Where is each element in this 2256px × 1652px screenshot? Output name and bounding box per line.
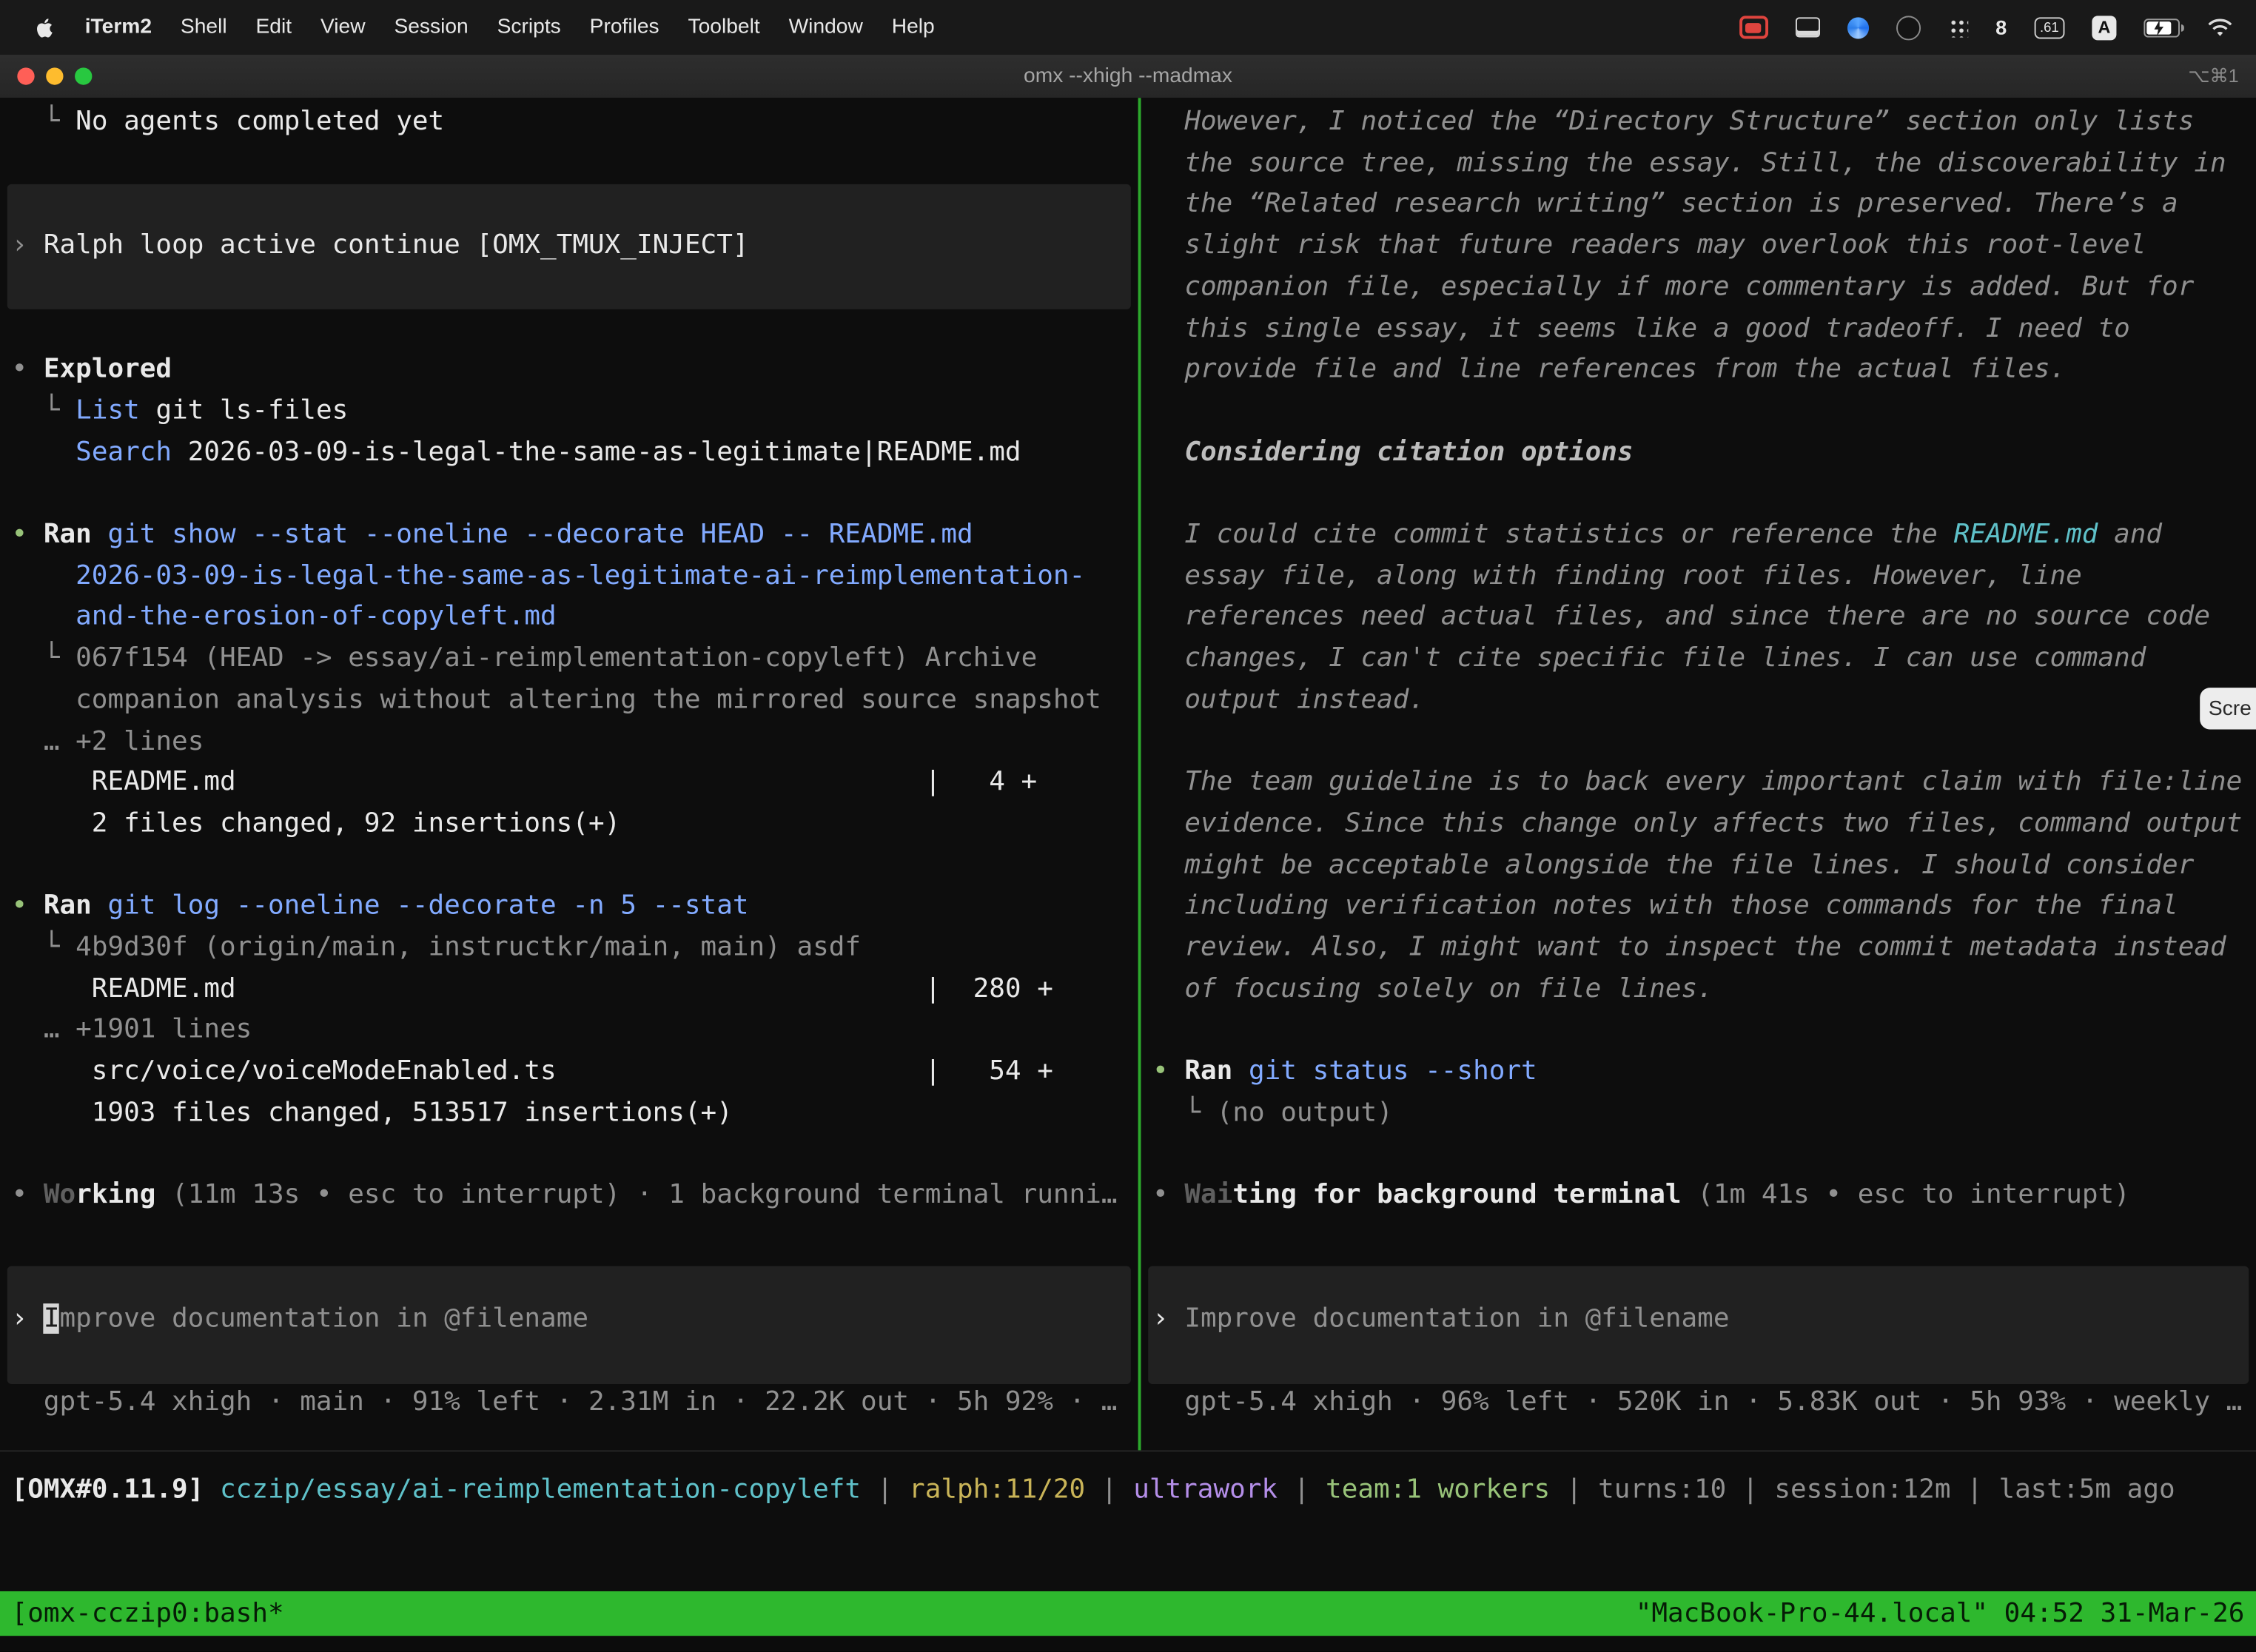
terminal-line: companion file, especially if more comme…	[1152, 272, 2194, 302]
terminal-line: of focusing solely on file lines.	[1152, 974, 1713, 1004]
terminal-line: slight risk that future readers may over…	[1152, 230, 2146, 261]
status-separator	[0, 1450, 2256, 1451]
menu-item-shell[interactable]: Shell	[166, 16, 241, 38]
terminal-line: provide file and line references from th…	[1152, 355, 2066, 385]
window-shortcut: ⌥⌘1	[2188, 55, 2238, 98]
menu-bar-status-icons: 8 .61 A	[1739, 15, 2256, 39]
app-grid-icon[interactable]	[1948, 17, 1968, 37]
terminal-line: review. Also, I might want to inspect th…	[1152, 933, 2226, 963]
terminal-line: • Ran git show --stat --oneline --decora…	[12, 520, 973, 550]
terminal-line: 2 files changed, 92 insertions(+)	[12, 808, 621, 839]
terminal-line: README.md | 4 +	[12, 768, 1038, 798]
tmux-session-window: [omx-cczip0:bash*	[12, 1599, 284, 1629]
terminal-line: • Waiting for background terminal (1m 41…	[1152, 1181, 2130, 1211]
menu-item-profiles[interactable]: Profiles	[575, 16, 674, 38]
screen: iTerm2ShellEditViewSessionScriptsProfile…	[0, 0, 2256, 1652]
terminal-line: essay file, along with finding root file…	[1152, 561, 2082, 591]
terminal-line: • Explored	[12, 355, 172, 385]
terminal-line: the “Related research writing” section i…	[1152, 189, 2178, 219]
terminal-line: README.md | 280 +	[12, 974, 1053, 1004]
terminal-line: 2026-03-09-is-legal-the-same-as-legitima…	[12, 561, 1086, 591]
menu-item-help[interactable]: Help	[877, 16, 949, 38]
window-title: omx --xhigh --madmax	[0, 55, 2256, 98]
terminal-line: [OMX#0.11.9] cczip/essay/ai-reimplementa…	[12, 1474, 2175, 1505]
terminal-line: src/voice/voiceModeEnabled.ts | 54 +	[12, 1056, 1053, 1087]
screen-overlay-button[interactable]: Scre	[2200, 688, 2256, 729]
apple-menu-icon[interactable]	[26, 16, 62, 38]
terminal-line: However, I noticed the “Directory Struct…	[1152, 107, 2194, 137]
terminal-line: • Working (11m 13s • esc to interrupt) ·…	[12, 1181, 1118, 1211]
terminal-line: references need actual files, and since …	[1152, 602, 2210, 632]
terminal-line: › Improve documentation in @filename	[1152, 1304, 1729, 1334]
terminal-line: └ No agents completed yet	[12, 107, 445, 137]
terminal-line: including verification notes with those …	[1152, 891, 2178, 921]
terminal-line: Search 2026-03-09-is-legal-the-same-as-l…	[12, 437, 1021, 467]
wifi-icon[interactable]	[2207, 18, 2233, 36]
menu-items: iTerm2ShellEditViewSessionScriptsProfile…	[70, 16, 949, 38]
terminal-line: companion analysis without altering the …	[12, 685, 1101, 715]
terminal-line: 1903 files changed, 513517 insertions(+)	[12, 1098, 733, 1128]
terminal-line: gpt-5.4 xhigh · 96% left · 520K in · 5.8…	[1152, 1387, 2242, 1417]
terminal-line: evidence. Since this change only affects…	[1152, 808, 2242, 839]
terminal-line: › Ralph loop active continue [OMX_TMUX_I…	[12, 230, 749, 261]
terminal-pane-right[interactable]: However, I noticed the “Directory Struct…	[1141, 98, 2256, 1450]
terminal-line: … +1901 lines	[12, 1015, 252, 1045]
screen-recording-icon[interactable]	[1739, 16, 1768, 38]
pinwheel-icon[interactable]	[1847, 16, 1869, 38]
terminal-line: • Ran git log --oneline --decorate -n 5 …	[12, 891, 749, 921]
input-source-icon[interactable]: A	[2092, 15, 2116, 39]
terminal-line: I could cite commit statistics or refere…	[1152, 520, 2162, 550]
menu-bar-left: iTerm2ShellEditViewSessionScriptsProfile…	[0, 16, 949, 38]
menu-item-window[interactable]: Window	[774, 16, 877, 38]
terminal-line: The team guideline is to back every impo…	[1152, 768, 2242, 798]
terminal-line: └ 4b9d30f (origin/main, instructkr/main,…	[12, 933, 862, 963]
terminal-line: the source tree, missing the essay. Stil…	[1152, 148, 2226, 178]
terminal-buffer-right: However, I noticed the “Directory Struct…	[1141, 98, 2256, 1450]
menu-bar: iTerm2ShellEditViewSessionScriptsProfile…	[0, 0, 2256, 55]
omx-status-line: [OMX#0.11.9] cczip/essay/ai-reimplementa…	[0, 1471, 2175, 1512]
terminal-line: changes, I can't cite specific file line…	[1152, 643, 2146, 674]
terminal-line: … +2 lines	[12, 726, 204, 756]
menu-item-scripts[interactable]: Scripts	[483, 16, 575, 38]
keyboard-icon[interactable]	[1796, 17, 1820, 37]
terminal-line: • Ran git status --short	[1152, 1056, 1537, 1087]
terminal-line: output instead.	[1152, 685, 1425, 715]
menu-item-session[interactable]: Session	[380, 16, 483, 38]
terminal: └ No agents completed yet › Ralph loop a…	[0, 98, 2256, 1591]
terminal-line: and-the-erosion-of-copyleft.md	[12, 602, 557, 632]
eight-icon[interactable]: 8	[1995, 16, 2007, 38]
terminal-line: └ (no output)	[1152, 1098, 1393, 1128]
knob-icon[interactable]	[1896, 15, 1921, 39]
menu-item-view[interactable]: View	[306, 16, 380, 38]
terminal-pane-left[interactable]: └ No agents completed yet › Ralph loop a…	[0, 98, 1138, 1450]
terminal-line: gpt-5.4 xhigh · main · 91% left · 2.31M …	[12, 1387, 1118, 1417]
window-title-bar: omx --xhigh --madmax ⌥⌘1	[0, 55, 2256, 99]
terminal-line: might be acceptable alongside the file l…	[1152, 850, 2194, 880]
terminal-line: Considering citation options	[1152, 437, 1634, 467]
menu-item-toolbelt[interactable]: Toolbelt	[674, 16, 774, 38]
menu-item-edit[interactable]: Edit	[241, 16, 306, 38]
terminal-line: › Improve documentation in @filename	[12, 1304, 588, 1334]
battery-icon[interactable]	[2143, 18, 2180, 36]
tmux-status-bar: [omx-cczip0:bash* "MacBook-Pro-44.local"…	[0, 1591, 2256, 1636]
terminal-buffer-left: └ No agents completed yet › Ralph loop a…	[0, 98, 1138, 1450]
terminal-line: └ List git ls-files	[12, 395, 349, 426]
terminal-line: └ 067f154 (HEAD -> essay/ai-reimplementa…	[12, 643, 1038, 674]
tmux-host-time: "MacBook-Pro-44.local" 04:52 31-Mar-26	[1636, 1599, 2245, 1629]
meter-icon[interactable]: .61	[2034, 16, 2064, 38]
terminal-line: this single essay, it seems like a good …	[1152, 313, 2130, 343]
menu-item-iterm2[interactable]: iTerm2	[70, 16, 166, 38]
